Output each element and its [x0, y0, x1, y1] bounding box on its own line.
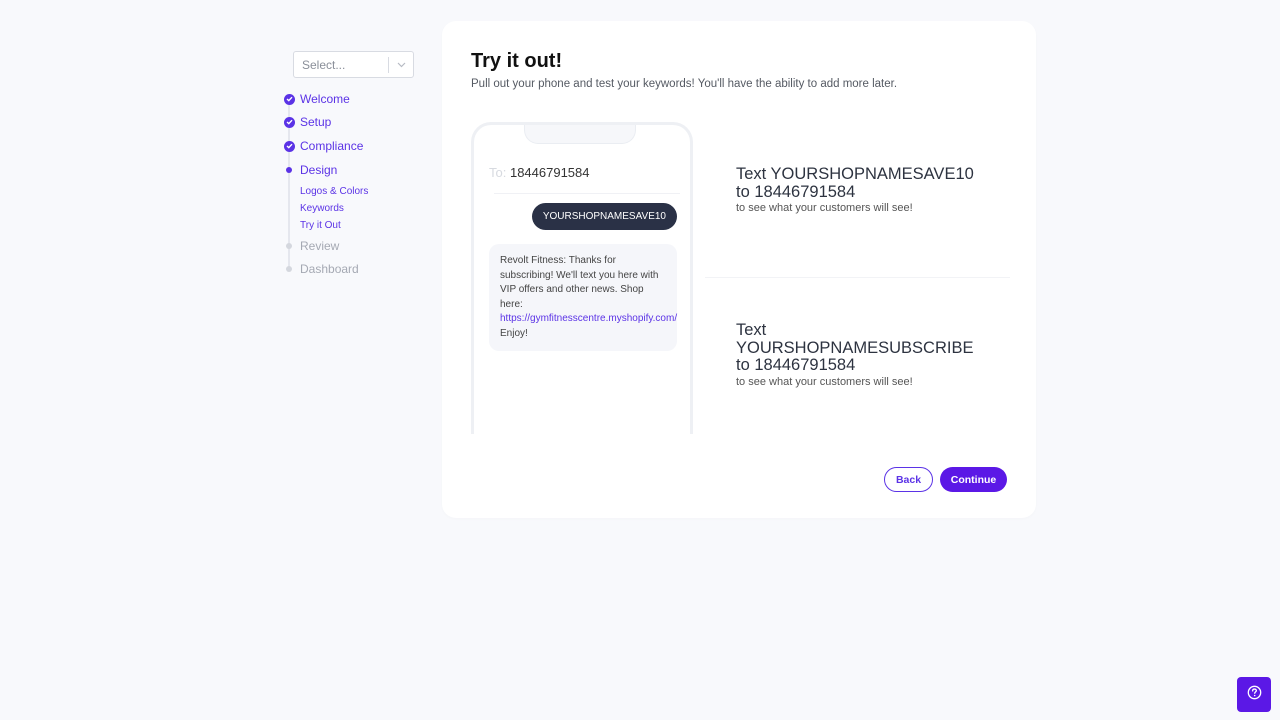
check-circle-icon	[283, 116, 295, 128]
step-label: Design	[300, 163, 338, 177]
to-number: 18446791584	[509, 165, 590, 180]
instruction-headline: Text YOURSHOPNAMESAVE10 to 18446791584	[736, 165, 974, 201]
store-select[interactable]: Select...	[293, 51, 414, 78]
substep-keywords[interactable]: Keywords	[300, 203, 344, 214]
question-circle-icon	[1247, 685, 1262, 705]
chevron-down-icon[interactable]	[389, 60, 413, 70]
divider	[705, 277, 1010, 278]
step-dashboard: Dashboard	[280, 259, 359, 279]
try-it-out-card: Try it out! Pull out your phone and test…	[442, 21, 1036, 518]
step-design[interactable]: Design	[280, 160, 337, 180]
instruction-headline: Text YOURSHOPNAMESUBSCRIBE to 1844679158…	[736, 321, 974, 374]
substep-try-it-out[interactable]: Try it Out	[300, 220, 341, 231]
incoming-message-tail: Enjoy!	[500, 327, 528, 339]
instruction-note: to see what your customers will see!	[736, 375, 913, 388]
keyword-instruction: Text YOURSHOPNAMESAVE10 to 18446791584 t…	[736, 165, 981, 214]
step-label: Review	[300, 239, 340, 253]
shop-link[interactable]: https://gymfitnesscentre.myshopify.com/	[500, 313, 677, 324]
step-label: Dashboard	[300, 262, 359, 276]
recipient-row: To: 18446791584	[489, 165, 590, 180]
page-title: Try it out!	[471, 50, 563, 72]
step-compliance[interactable]: Compliance	[280, 136, 363, 156]
page-subtitle: Pull out your phone and test your keywor…	[471, 78, 898, 90]
step-label: Setup	[300, 115, 332, 129]
pending-step-dot-icon	[286, 266, 292, 272]
back-button[interactable]: Back	[884, 467, 933, 492]
instruction-note: to see what your customers will see!	[736, 202, 913, 214]
phone-preview: To: 18446791584 YOURSHOPNAMESAVE10 Revol…	[471, 122, 693, 434]
substep-logos-colors[interactable]: Logos & Colors	[300, 186, 368, 197]
current-step-dot-icon	[286, 167, 292, 173]
step-review: Review	[280, 236, 339, 256]
continue-button[interactable]: Continue	[940, 467, 1007, 492]
check-circle-icon	[283, 140, 295, 152]
divider	[494, 193, 680, 194]
keyword-instruction: Text YOURSHOPNAMESUBSCRIBE to 1844679158…	[736, 321, 976, 388]
step-label: Compliance	[300, 139, 364, 153]
step-setup[interactable]: Setup	[280, 112, 331, 132]
to-label: To:	[489, 165, 507, 180]
help-button[interactable]	[1237, 677, 1271, 712]
step-welcome[interactable]: Welcome	[280, 89, 350, 109]
phone-notch	[524, 125, 636, 144]
outgoing-message-bubble: YOURSHOPNAMESAVE10	[531, 203, 677, 230]
check-circle-icon	[283, 93, 295, 105]
step-label: Welcome	[300, 92, 350, 106]
store-select-placeholder: Select...	[302, 57, 346, 72]
pending-step-dot-icon	[286, 243, 292, 249]
incoming-message-bubble: Revolt Fitness: Thanks for subscribing! …	[489, 244, 677, 351]
incoming-message-text: Revolt Fitness: Thanks for subscribing! …	[500, 255, 659, 310]
